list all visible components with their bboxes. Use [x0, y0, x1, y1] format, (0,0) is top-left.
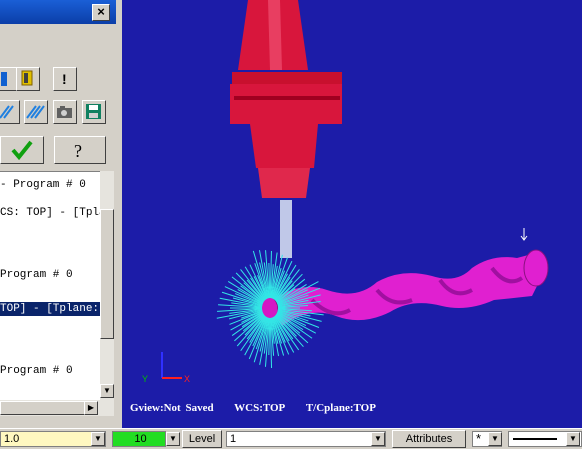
point-style-dropdown-icon[interactable]: ▼: [488, 432, 502, 446]
operation-row[interactable]: - Program # 0: [0, 178, 100, 192]
toolpath-ray: [244, 266, 266, 301]
graphics-viewport[interactable]: Y X: [122, 0, 582, 428]
toolpath-button-2[interactable]: [24, 100, 48, 124]
operation-row[interactable]: Program # 0: [0, 364, 100, 378]
hscroll-thumb[interactable]: [0, 401, 86, 415]
color-field[interactable]: 10: [112, 431, 166, 447]
camera-icon: [57, 106, 72, 118]
hatch-double-icon: [26, 105, 45, 119]
line-style-sample-icon: [513, 438, 557, 440]
operations-list[interactable]: - Program # 0 CS: TOP] - [Tpla Program # 0…: [0, 171, 100, 401]
level-dropdown-icon[interactable]: ▼: [371, 432, 385, 446]
floppy-icon: [86, 104, 101, 119]
toolpath-scene: Y X: [142, 0, 549, 384]
select-icon: [1, 72, 7, 86]
svg-text:Y: Y: [142, 374, 148, 384]
wcs-status: WCS:TOP: [234, 402, 286, 414]
help-button[interactable]: ?: [54, 136, 106, 164]
horizontal-scrollbar[interactable]: ▶: [0, 400, 114, 416]
svg-text:?: ?: [74, 141, 82, 161]
regen-button[interactable]: [16, 67, 40, 91]
warning-button[interactable]: !: [53, 67, 77, 91]
panel-title-bar: ×: [0, 0, 116, 24]
scroll-down-icon[interactable]: ▼: [100, 384, 114, 398]
attributes-button[interactable]: Attributes: [392, 430, 466, 448]
ok-button[interactable]: [0, 136, 44, 164]
view-status-bar: Gview:Not Saved WCS:TOP T/Cplane:TOP: [130, 402, 392, 414]
exclamation-icon: !: [62, 71, 67, 87]
camera-button[interactable]: [53, 100, 77, 124]
hatch-icon: [0, 105, 14, 119]
operation-row[interactable]: CS: TOP] - [Tpla: [0, 206, 100, 220]
axis-triad-icon: Y X: [142, 352, 190, 384]
scroll-thumb[interactable]: [100, 209, 114, 339]
operation-row[interactable]: TOP] - [Tplane:: [0, 302, 100, 316]
z-dropdown-icon[interactable]: ▼: [91, 432, 105, 446]
toolpath-button-1[interactable]: [0, 100, 20, 124]
tool-holder: [230, 0, 342, 198]
gview-status: Gview:Not Saved: [130, 402, 214, 414]
vertical-scrollbar[interactable]: ▼: [100, 171, 114, 400]
line-style-dropdown-icon[interactable]: ▼: [566, 432, 580, 446]
level-button[interactable]: Level: [182, 430, 222, 448]
tcplane-status: T/Cplane:TOP: [305, 402, 376, 414]
color-dropdown-icon[interactable]: ▼: [166, 432, 180, 446]
question-icon: ?: [74, 141, 82, 161]
scroll-right-icon[interactable]: ▶: [84, 401, 98, 415]
close-button[interactable]: ×: [92, 4, 110, 21]
svg-text:X: X: [184, 374, 190, 384]
bottom-toolbar: 1.0 ▼ 10 ▼ Level 1 ▼ Attributes * ▼ ▼: [0, 428, 582, 449]
checkmark-icon: [11, 140, 33, 161]
svg-text:!: !: [62, 71, 67, 87]
level-field[interactable]: 1: [226, 431, 386, 447]
operations-manager-panel: × ! ? - Program # 0 CS: TOP] - [Tpla Progr…: [0, 0, 123, 428]
operation-row[interactable]: Program # 0: [0, 268, 100, 282]
regen-icon: [21, 70, 33, 86]
save-button[interactable]: [82, 100, 106, 124]
tool-plane-arrow-icon: [520, 228, 528, 241]
tool-shank: [280, 200, 292, 258]
